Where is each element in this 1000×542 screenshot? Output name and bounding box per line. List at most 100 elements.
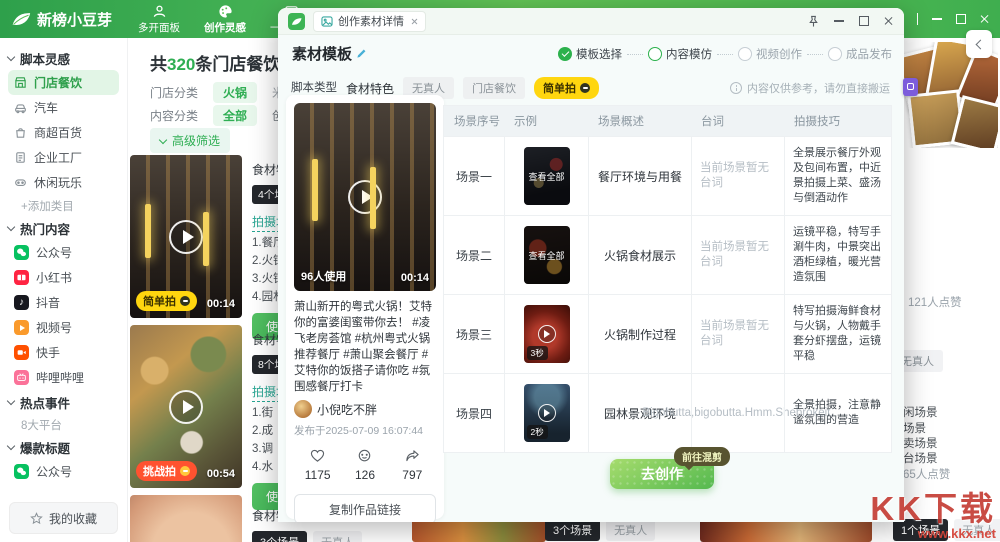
minimize-button[interactable] — [932, 18, 942, 20]
go-create-label: 去创作 — [641, 466, 683, 482]
scene-thumbnail[interactable]: 3秒 — [523, 305, 570, 363]
nav-label: 创作灵感 — [204, 21, 247, 34]
like-count: 121人点赞 — [908, 297, 962, 309]
play-icon — [537, 325, 556, 343]
sidebar-item-restaurant[interactable]: 门店餐饮 — [8, 70, 119, 95]
sidebar-item-wechat-official[interactable]: 公众号 — [8, 240, 119, 265]
pin-icon[interactable] — [808, 15, 819, 28]
duration-badge: 2秒 — [526, 425, 548, 439]
nav-creation-inspiration[interactable]: 创作灵感 — [204, 4, 246, 35]
chevron-down-icon — [6, 441, 16, 451]
add-category-button[interactable]: +添加类目 — [8, 195, 119, 216]
leaf-icon — [12, 13, 31, 25]
sidebar-item-bilibili[interactable]: 哔哩哔哩 — [8, 365, 119, 390]
close-button[interactable] — [980, 14, 990, 24]
tab-close-icon[interactable] — [411, 18, 418, 25]
group-title-label: 热点事件 — [20, 396, 71, 411]
result-count: 320 — [167, 55, 196, 74]
sidebar-item-xiaohongshu[interactable]: 小红书 — [8, 265, 119, 290]
tab-material-detail[interactable]: 创作素材详情 — [313, 10, 426, 32]
filter-label: 门店分类 — [150, 86, 199, 100]
nav-multi-panel[interactable]: 多开面板 — [138, 4, 180, 35]
step-connector — [627, 53, 643, 55]
scene-fragment: 场景 — [903, 423, 926, 435]
scene-number: 场景二 — [455, 248, 492, 263]
view-all-overlay: 查看全部 — [523, 147, 570, 205]
floating-widget-badge[interactable] — [903, 78, 918, 96]
my-favorites-button[interactable]: 我的收藏 — [9, 502, 118, 534]
sidebar-group-hot-events[interactable]: 热点事件 — [6, 390, 119, 414]
sidebar-group-hot-titles[interactable]: 爆款标题 — [6, 435, 119, 459]
chevron-down-icon — [158, 135, 168, 144]
sidebar-item-car[interactable]: 汽车 — [8, 95, 119, 120]
scene-thumbnail[interactable]: 查看全部 — [523, 226, 570, 284]
star-icon — [30, 511, 43, 524]
shooting-tip: 运镜平稳，特写手涮牛肉，中景突出酒柜绿植，暖光营造氛围 — [784, 216, 891, 294]
chevron-left-icon — [975, 39, 985, 49]
sidebar-item-label: 8大平台 — [21, 419, 62, 432]
sidebar-group-script-inspiration[interactable]: 脚本灵感 — [6, 46, 119, 70]
scene-thumbnail[interactable]: 2秒 — [523, 384, 570, 442]
filter-option-hotpot[interactable]: 火锅 — [213, 82, 258, 103]
shares-stat[interactable]: 797 — [389, 449, 436, 482]
comments-stat[interactable]: 126 — [341, 449, 388, 482]
sidebar-item-label: 快手 — [36, 346, 61, 360]
video-thumbnail[interactable]: 简单拍 00:14 — [130, 155, 242, 318]
sidebar-item-douyin[interactable]: ♪ 抖音 — [8, 290, 119, 315]
video-thumbnail[interactable]: 挑战拍 00:54 — [130, 325, 242, 488]
scene-number: 场景三 — [455, 327, 492, 342]
step-done-icon — [558, 47, 572, 61]
maximize-button[interactable] — [956, 14, 966, 24]
go-create-button[interactable]: 去创作 前往混剪 — [610, 447, 730, 489]
close-button[interactable] — [884, 16, 894, 26]
palette-icon — [218, 4, 232, 18]
person-icon — [153, 5, 165, 17]
info-icon — [730, 82, 742, 94]
sidebar-item-label: 视频号 — [36, 321, 73, 335]
feature-value: 食材特色 — [346, 81, 395, 96]
shooting-tip: 特写拍摄海鲜食材与火锅，人物戴手套分虾摆盘，运镜平稳 — [784, 295, 891, 373]
tag-icon — [180, 466, 190, 476]
sidebar-item-8-platforms[interactable]: 8大平台 — [8, 414, 119, 435]
chevron-down-icon — [6, 52, 16, 62]
collapse-panel-button[interactable] — [966, 30, 992, 58]
publish-date: 发布于2025-07-09 16:07:44 — [294, 425, 423, 437]
simple-shoot-tag: 简单拍 — [136, 291, 197, 311]
group-title-label: 爆款标题 — [20, 441, 71, 456]
header-example: 示例 — [514, 116, 537, 128]
advanced-filter-button[interactable]: 高级筛选 — [150, 128, 231, 153]
sidebar-item-enterprise[interactable]: 企业工厂 — [8, 145, 119, 170]
sidebar-item-leisure[interactable]: 休闲玩乐 — [8, 170, 119, 195]
sidebar-item-shipinhao[interactable]: 视频号 — [8, 315, 119, 340]
go-remix-tooltip: 前往混剪 — [674, 447, 730, 466]
no-person-tag: 无真人 — [606, 519, 656, 541]
table-row: 场景四 2秒 园林景观环境 Bigobutta,bigobutta.Hmm.Sh… — [444, 373, 891, 452]
progress-stepper: 模板选择 内容模仿 视频创作 成品发布 — [558, 46, 892, 62]
video-thumbnail[interactable] — [130, 495, 242, 542]
likes-stat[interactable]: 1175 — [294, 449, 341, 482]
group-title-label: 脚本灵感 — [20, 52, 71, 67]
sidebar-item-kuaishou[interactable]: 快手 — [8, 340, 119, 365]
minimize-button[interactable] — [834, 20, 844, 22]
avatar — [294, 400, 312, 418]
comment-icon — [359, 449, 371, 462]
sidebar-group-hot-content[interactable]: 热门内容 — [6, 216, 119, 240]
sidebar-item-wechat-official-2[interactable]: 公众号 — [8, 459, 119, 484]
scene-lines: 当前场景暂无台词 — [691, 295, 784, 373]
table-row: 场景一 查看全部 餐厅环境与用餐 当前场景暂无台词 全景展示餐厅外观及包间布置，… — [444, 136, 891, 215]
maximize-button[interactable] — [859, 16, 869, 26]
comments-count: 126 — [354, 468, 375, 482]
sidebar-item-label: 公众号 — [36, 465, 73, 479]
tag-icon — [180, 296, 190, 306]
source-video-thumbnail[interactable]: 96人使用 00:14 — [294, 103, 436, 291]
scene-count-tag: 3个场景 — [545, 519, 601, 541]
play-icon — [169, 219, 203, 254]
sidebar-item-supermarket[interactable]: 商超百货 — [8, 120, 119, 145]
scene-thumbnail[interactable]: 查看全部 — [523, 147, 570, 205]
copy-link-button[interactable]: 复制作品链接 — [294, 494, 436, 522]
add-category-label: +添加类目 — [21, 200, 74, 213]
filter-label: 内容分类 — [150, 109, 199, 123]
app-leaf-icon — [288, 12, 305, 30]
filter-option-all[interactable]: 全部 — [213, 105, 258, 126]
likes-count: 1175 — [304, 468, 331, 482]
